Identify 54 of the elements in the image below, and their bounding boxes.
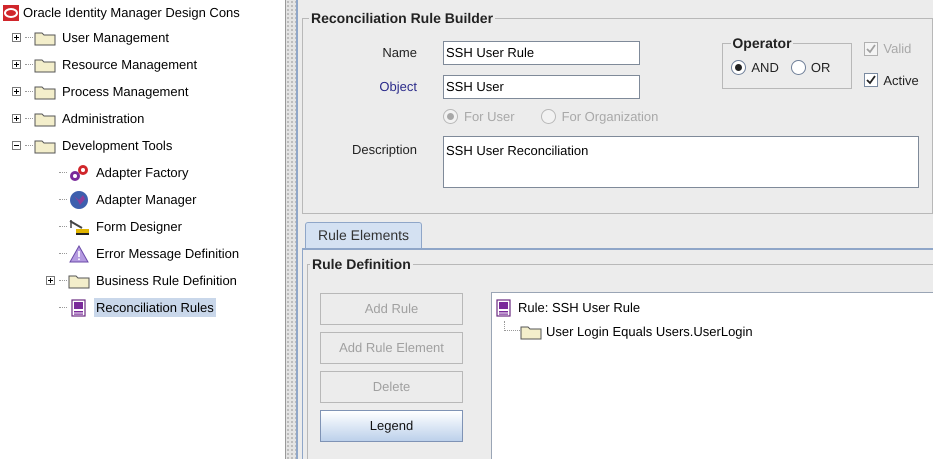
expand-toggle[interactable] bbox=[46, 276, 54, 285]
field-label: Description bbox=[350, 140, 417, 159]
gears-icon bbox=[68, 164, 90, 182]
tree-item[interactable]: Business Rule Definition bbox=[94, 270, 239, 290]
expand-toggle[interactable] bbox=[12, 114, 20, 123]
radio-label: AND bbox=[751, 59, 779, 77]
warning-icon bbox=[69, 244, 89, 262]
rule-document-icon bbox=[496, 299, 512, 317]
tree-item[interactable]: Adapter Factory bbox=[94, 162, 190, 182]
radio-label: For Organization bbox=[562, 108, 658, 126]
radio-label: For User bbox=[464, 108, 515, 126]
folder-icon bbox=[68, 272, 90, 288]
tree-item[interactable]: Reconciliation Rules bbox=[94, 298, 216, 318]
app-logo-icon bbox=[3, 5, 19, 21]
checkbox-label: Active bbox=[883, 72, 919, 90]
group-title: Operator bbox=[731, 34, 793, 53]
radio-button[interactable] bbox=[731, 60, 746, 76]
action-button[interactable]: Legend bbox=[320, 410, 463, 442]
window-title: Oracle Identity Manager Design Cons bbox=[23, 4, 240, 22]
folder-icon bbox=[34, 56, 56, 72]
rule-document-icon bbox=[71, 298, 87, 316]
expand-toggle[interactable] bbox=[12, 60, 20, 69]
field-label: Name bbox=[381, 44, 417, 62]
field-label: Object bbox=[378, 78, 417, 96]
tree-item[interactable]: Error Message Definition bbox=[94, 244, 242, 264]
folder-icon bbox=[34, 30, 56, 46]
group-title: Reconciliation Rule Builder bbox=[310, 9, 494, 28]
radio-button[interactable] bbox=[790, 60, 806, 76]
folder-icon bbox=[34, 138, 56, 154]
tree-item[interactable]: Rule: SSH User Rule bbox=[518, 298, 640, 318]
checkbox-label: Valid bbox=[883, 40, 912, 58]
description-field[interactable]: SSH User Reconciliation bbox=[443, 136, 919, 188]
tree-item[interactable]: Development Tools bbox=[60, 136, 174, 156]
text-field[interactable]: SSH User bbox=[443, 75, 640, 99]
tree-item[interactable]: Administration bbox=[60, 108, 146, 128]
group-title: Rule Definition bbox=[311, 255, 412, 274]
tab[interactable]: Rule Elements bbox=[305, 222, 422, 248]
expand-toggle[interactable] bbox=[12, 87, 20, 96]
checkbox[interactable] bbox=[864, 73, 878, 88]
collapse-toggle[interactable] bbox=[12, 141, 20, 150]
tree-item[interactable]: Process Management bbox=[60, 82, 190, 102]
crane-icon bbox=[68, 218, 90, 236]
tree-item[interactable]: User Login Equals Users.UserLogin bbox=[546, 322, 753, 342]
tree-item[interactable]: Form Designer bbox=[94, 216, 184, 236]
tree-item[interactable]: Resource Management bbox=[60, 54, 200, 74]
radio-label: OR bbox=[810, 59, 830, 77]
folder-icon bbox=[34, 110, 56, 126]
expand-toggle[interactable] bbox=[12, 33, 20, 42]
text-field[interactable]: SSH User Rule bbox=[443, 41, 640, 65]
globe-icon bbox=[69, 190, 89, 210]
folder-icon bbox=[520, 324, 542, 340]
tree-item[interactable]: Adapter Manager bbox=[94, 190, 198, 210]
tree-item[interactable]: User Management bbox=[60, 28, 171, 48]
folder-icon bbox=[34, 84, 56, 100]
